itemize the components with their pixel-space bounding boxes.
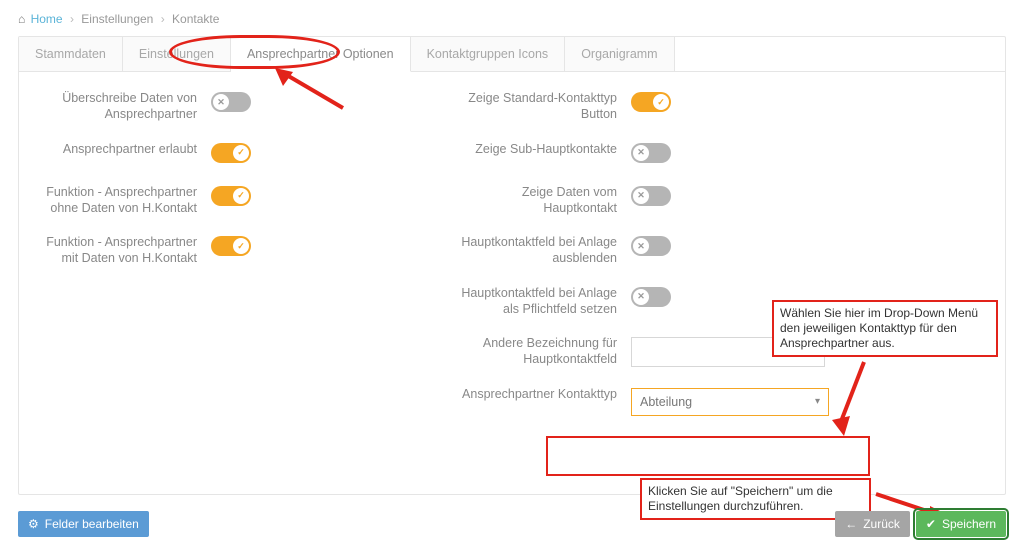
- toggle-hide-main[interactable]: [631, 236, 671, 256]
- footer-actions: ⚙ Felder bearbeiten ← Zurück ✔ Speichern: [18, 511, 1006, 537]
- toggle-allowed[interactable]: [211, 143, 251, 163]
- toggle-main-data[interactable]: [631, 186, 671, 206]
- label-sub-main: Zeige Sub-Hauptkontakte: [457, 141, 631, 157]
- breadcrumb-home[interactable]: Home: [31, 12, 63, 26]
- arrow-left-icon: ←: [845, 517, 857, 531]
- toggle-std-button[interactable]: [631, 92, 671, 112]
- label-ktyp: Ansprechpartner Kontakttyp: [457, 386, 631, 402]
- chevron-right-icon: ›: [161, 12, 165, 26]
- tab-einstellungen[interactable]: Einstellungen: [123, 37, 231, 71]
- breadcrumb: ⌂ Home › Einstellungen › Kontakte: [18, 12, 1006, 26]
- label-func-without: Funktion - Ansprechpartner ohne Daten vo…: [37, 184, 211, 217]
- settings-panel: Stammdaten Einstellungen Ansprechpartner…: [18, 36, 1006, 495]
- back-label: Zurück: [863, 517, 900, 531]
- toggle-sub-main[interactable]: [631, 143, 671, 163]
- save-button[interactable]: ✔ Speichern: [916, 511, 1006, 537]
- label-overwrite: Überschreibe Daten von Ansprechpartner: [37, 90, 211, 123]
- check-icon: ✔: [926, 517, 936, 531]
- home-icon: ⌂: [18, 12, 25, 26]
- label-allowed: Ansprechpartner erlaubt: [37, 141, 211, 157]
- label-other-label: Andere Bezeichnung für Hauptkontaktfeld: [457, 335, 631, 368]
- label-std-button: Zeige Standard-Kontakttyp Button: [457, 90, 631, 123]
- label-main-data: Zeige Daten vom Hauptkontakt: [457, 184, 631, 217]
- annotation-dropdown-hint: Wählen Sie hier im Drop-Down Menü den je…: [772, 300, 998, 357]
- save-label: Speichern: [942, 517, 996, 531]
- tab-kontaktgruppen-icons[interactable]: Kontaktgruppen Icons: [411, 37, 566, 71]
- label-func-with: Funktion - Ansprechpartner mit Daten von…: [37, 234, 211, 267]
- fields-edit-label: Felder bearbeiten: [45, 517, 139, 531]
- chevron-down-icon: ▾: [815, 396, 820, 407]
- tab-stammdaten[interactable]: Stammdaten: [19, 37, 123, 71]
- breadcrumb-settings: Einstellungen: [81, 12, 153, 26]
- toggle-func-without[interactable]: [211, 186, 251, 206]
- back-button[interactable]: ← Zurück: [835, 511, 910, 537]
- toggle-req-main[interactable]: [631, 287, 671, 307]
- label-req-main: Hauptkontaktfeld bei Anlage als Pflichtf…: [457, 285, 631, 318]
- gears-icon: ⚙: [28, 517, 39, 531]
- fields-edit-button[interactable]: ⚙ Felder bearbeiten: [18, 511, 149, 537]
- toggle-func-with[interactable]: [211, 236, 251, 256]
- tab-bar: Stammdaten Einstellungen Ansprechpartner…: [19, 37, 1005, 72]
- label-hide-main: Hauptkontaktfeld bei Anlage ausblenden: [457, 234, 631, 267]
- select-kontakttyp[interactable]: Abteilung ▾: [631, 388, 829, 416]
- toggle-overwrite[interactable]: [211, 92, 251, 112]
- tab-organigramm[interactable]: Organigramm: [565, 37, 674, 71]
- breadcrumb-contacts: Kontakte: [172, 12, 219, 26]
- tab-ansprechpartner-optionen[interactable]: Ansprechpartner Optionen: [231, 37, 411, 72]
- chevron-right-icon: ›: [70, 12, 74, 26]
- select-kontakttyp-value: Abteilung: [640, 395, 692, 409]
